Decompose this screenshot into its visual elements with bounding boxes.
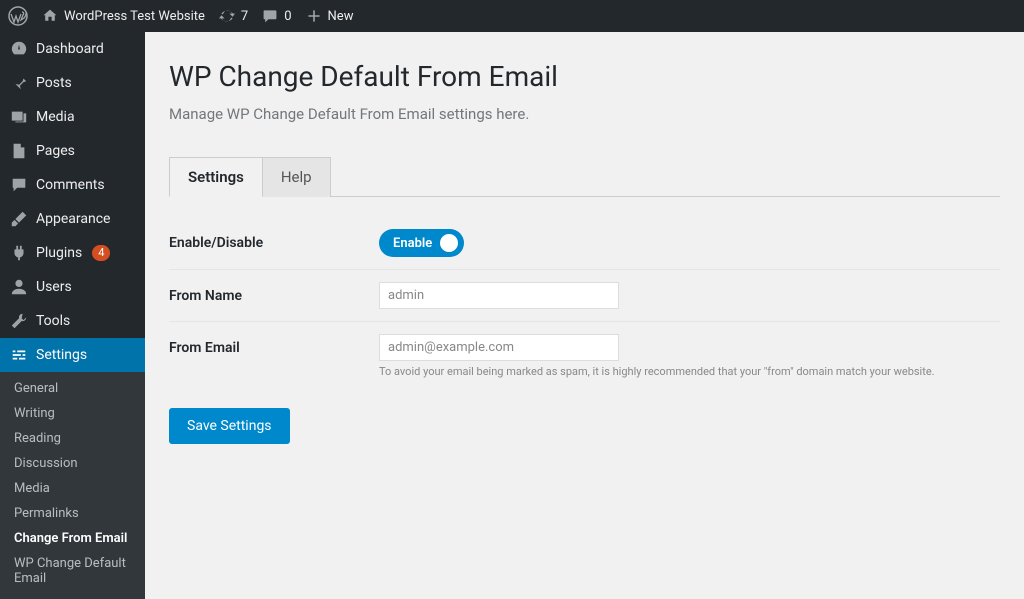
sidebar-item-pages[interactable]: Pages — [0, 134, 145, 168]
plugins-update-badge: 4 — [92, 245, 110, 261]
site-name: WordPress Test Website — [64, 9, 205, 24]
toggle-knob — [440, 234, 458, 252]
media-icon — [10, 108, 28, 126]
sidebar-item-label: Users — [36, 279, 72, 295]
enable-toggle-label: Enable — [393, 236, 432, 251]
brush-icon — [10, 210, 28, 228]
page-description: Manage WP Change Default From Email sett… — [169, 105, 1000, 123]
submenu-item-discussion[interactable]: Discussion — [0, 451, 145, 476]
submenu-item-permalinks[interactable]: Permalinks — [0, 501, 145, 526]
site-home-link[interactable]: WordPress Test Website — [42, 8, 205, 24]
page-title: WP Change Default From Email — [169, 60, 1000, 93]
sidebar-item-label: Settings — [36, 347, 87, 363]
save-settings-button[interactable]: Save Settings — [169, 408, 290, 444]
comment-icon — [262, 8, 278, 24]
user-icon — [10, 278, 28, 296]
sidebar-item-label: Media — [36, 109, 75, 125]
wp-logo-icon[interactable] — [8, 6, 28, 26]
new-content-link[interactable]: New — [306, 8, 354, 24]
home-icon — [42, 8, 58, 24]
sidebar-item-users[interactable]: Users — [0, 270, 145, 304]
adminbar: WordPress Test Website 7 0 New — [0, 0, 1024, 32]
sidebar-item-label: Plugins — [36, 245, 82, 261]
sidebar-item-tools[interactable]: Tools — [0, 304, 145, 338]
from-email-input[interactable] — [379, 334, 619, 361]
sidebar-item-label: Tools — [36, 313, 70, 329]
comments-link[interactable]: 0 — [262, 8, 291, 24]
sidebar-item-label: Pages — [36, 143, 75, 159]
pin-icon — [10, 74, 28, 92]
dashboard-icon — [10, 40, 28, 58]
sidebar-item-label: Appearance — [36, 211, 110, 227]
tab-settings[interactable]: Settings — [169, 157, 263, 197]
submenu-item-media[interactable]: Media — [0, 476, 145, 501]
tab-bar: Settings Help — [169, 157, 1000, 197]
enable-toggle[interactable]: Enable — [379, 229, 464, 257]
from-email-hint: To avoid your email being marked as spam… — [379, 365, 1000, 378]
submenu-item-wp-change-default-email[interactable]: WP Change Default Email — [0, 551, 145, 591]
submenu-item-general[interactable]: General — [0, 376, 145, 401]
label-from-email: From Email — [169, 334, 379, 356]
updates-link[interactable]: 7 — [219, 8, 248, 24]
submenu-item-writing[interactable]: Writing — [0, 401, 145, 426]
submenu-item-change-from-email[interactable]: Change From Email — [0, 526, 145, 551]
tab-help[interactable]: Help — [263, 157, 331, 197]
sidebar-item-settings[interactable]: Settings — [0, 338, 145, 372]
sliders-icon — [10, 346, 28, 364]
admin-sidebar: Dashboard Posts Media Pages Comments App… — [0, 32, 145, 516]
sidebar-item-appearance[interactable]: Appearance — [0, 202, 145, 236]
sidebar-item-comments[interactable]: Comments — [0, 168, 145, 202]
comments-count: 0 — [284, 9, 291, 24]
sidebar-item-label: Comments — [36, 177, 105, 193]
row-from-name: From Name — [169, 270, 1000, 322]
wrench-icon — [10, 312, 28, 330]
plug-icon — [10, 244, 28, 262]
row-from-email: From Email To avoid your email being mar… — [169, 322, 1000, 390]
comment-icon — [10, 176, 28, 194]
settings-submenu: General Writing Reading Discussion Media… — [0, 372, 145, 599]
page-icon — [10, 142, 28, 160]
main-content: WP Change Default From Email Manage WP C… — [145, 32, 1024, 516]
sidebar-item-plugins[interactable]: Plugins 4 — [0, 236, 145, 270]
sidebar-item-label: Posts — [36, 75, 72, 91]
label-from-name: From Name — [169, 282, 379, 304]
label-enable: Enable/Disable — [169, 229, 379, 251]
sidebar-item-dashboard[interactable]: Dashboard — [0, 32, 145, 66]
updates-count: 7 — [241, 9, 248, 24]
sidebar-item-posts[interactable]: Posts — [0, 66, 145, 100]
new-label: New — [328, 9, 354, 24]
plus-icon — [306, 8, 322, 24]
from-name-input[interactable] — [379, 282, 619, 309]
sidebar-item-label: Dashboard — [36, 41, 104, 57]
row-enable: Enable/Disable Enable — [169, 217, 1000, 270]
submenu-item-reading[interactable]: Reading — [0, 426, 145, 451]
sidebar-item-media[interactable]: Media — [0, 100, 145, 134]
update-icon — [219, 8, 235, 24]
